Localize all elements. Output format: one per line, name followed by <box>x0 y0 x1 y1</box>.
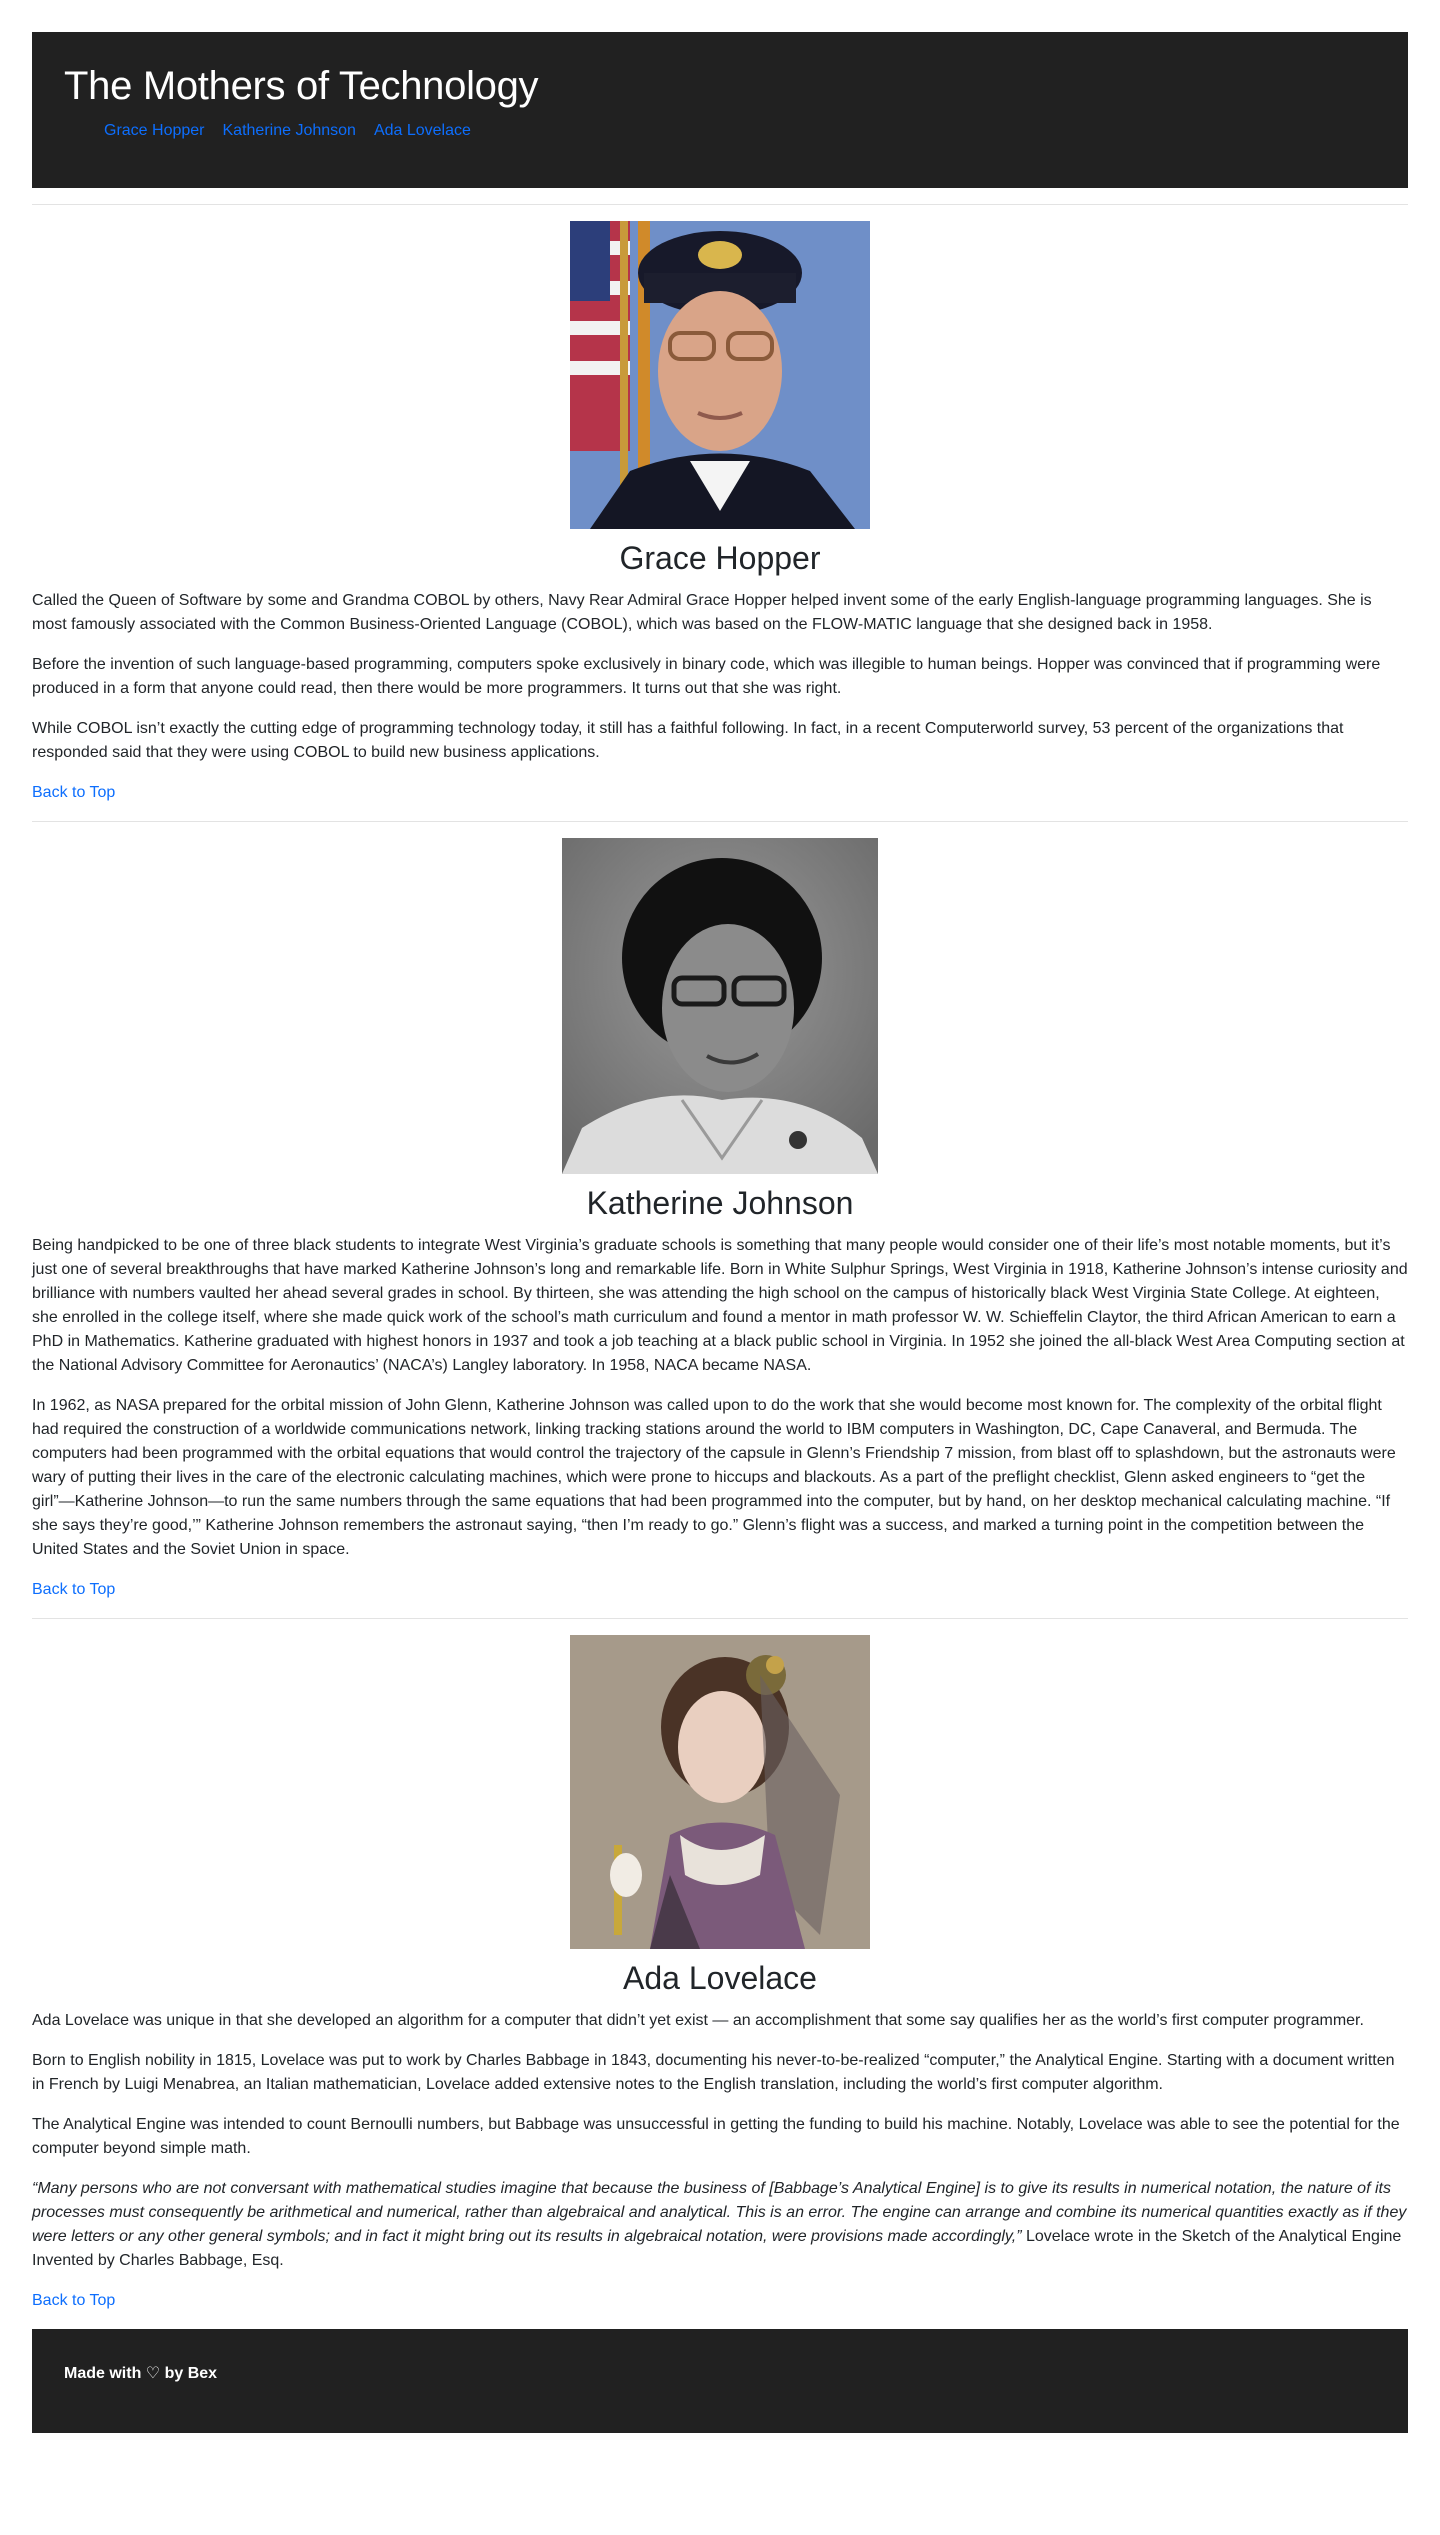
back-to-top-wrap: Back to Top <box>32 2289 1408 2313</box>
nav-item: Ada Lovelace <box>374 122 471 140</box>
nav-link-katherine-johnson[interactable]: Katherine Johnson <box>223 122 356 139</box>
katherine-johnson-photo <box>562 838 878 1174</box>
bio-name: Grace Hopper <box>619 540 821 576</box>
bio-paragraph: Ada Lovelace was unique in that she deve… <box>32 2012 1364 2029</box>
site-title: The Mothers of Technology <box>64 64 539 108</box>
bio-paragraph: Being handpicked to be one of three blac… <box>32 1237 1408 1374</box>
bio-paragraph: While COBOL isn’t exactly the cutting ed… <box>32 720 1344 761</box>
bio-paragraph: In 1962, as NASA prepared for the orbita… <box>32 1397 1396 1558</box>
bio-name: Ada Lovelace <box>623 1960 817 1996</box>
divider <box>32 1618 1408 1619</box>
nav-menu: Grace Hopper Katherine Johnson Ada Lovel… <box>64 122 1376 140</box>
grace-hopper-photo <box>570 221 870 529</box>
bio-katherine-johnson: Katherine Johnson Being handpicked to be… <box>32 838 1408 1602</box>
nav-link-grace-hopper[interactable]: Grace Hopper <box>104 122 205 139</box>
bio-paragraph: Born to English nobility in 1815, Lovela… <box>32 2052 1395 2093</box>
back-to-top-link[interactable]: Back to Top <box>32 784 115 801</box>
footer-text: Made with ♡ by Bex <box>64 2365 218 2382</box>
katherine-johnson-portrait-image <box>562 838 878 1174</box>
nav-link-ada-lovelace[interactable]: Ada Lovelace <box>374 122 471 139</box>
nav-item: Grace Hopper <box>104 122 205 140</box>
bio-name: Katherine Johnson <box>586 1185 854 1221</box>
bio-paragraph: Before the invention of such language-ba… <box>32 656 1381 697</box>
bio-quote-paragraph: “Many persons who are not conversant wit… <box>32 2177 1408 2273</box>
back-to-top-link[interactable]: Back to Top <box>32 1581 115 1598</box>
back-to-top-wrap: Back to Top <box>32 1578 1408 1602</box>
bio-ada-lovelace: Ada Lovelace Ada Lovelace was unique in … <box>32 1635 1408 2313</box>
divider <box>32 204 1408 205</box>
bio-grace-hopper: Grace Hopper Called the Queen of Softwar… <box>32 221 1408 805</box>
page: The Mothers of Technology Grace Hopper K… <box>0 0 1440 2433</box>
site-header: The Mothers of Technology Grace Hopper K… <box>32 32 1408 188</box>
bio-paragraph: The Analytical Engine was intended to co… <box>32 2116 1400 2157</box>
ada-lovelace-portrait-image <box>570 1635 870 1949</box>
back-to-top-wrap: Back to Top <box>32 781 1408 805</box>
bio-paragraph: Called the Queen of Software by some and… <box>32 592 1372 633</box>
divider <box>32 821 1408 822</box>
ada-lovelace-photo <box>570 1635 870 1949</box>
site-footer: Made with ♡ by Bex <box>32 2329 1408 2433</box>
back-to-top-link[interactable]: Back to Top <box>32 2292 115 2309</box>
grace-hopper-portrait-image <box>570 221 870 529</box>
nav-item: Katherine Johnson <box>223 122 356 140</box>
